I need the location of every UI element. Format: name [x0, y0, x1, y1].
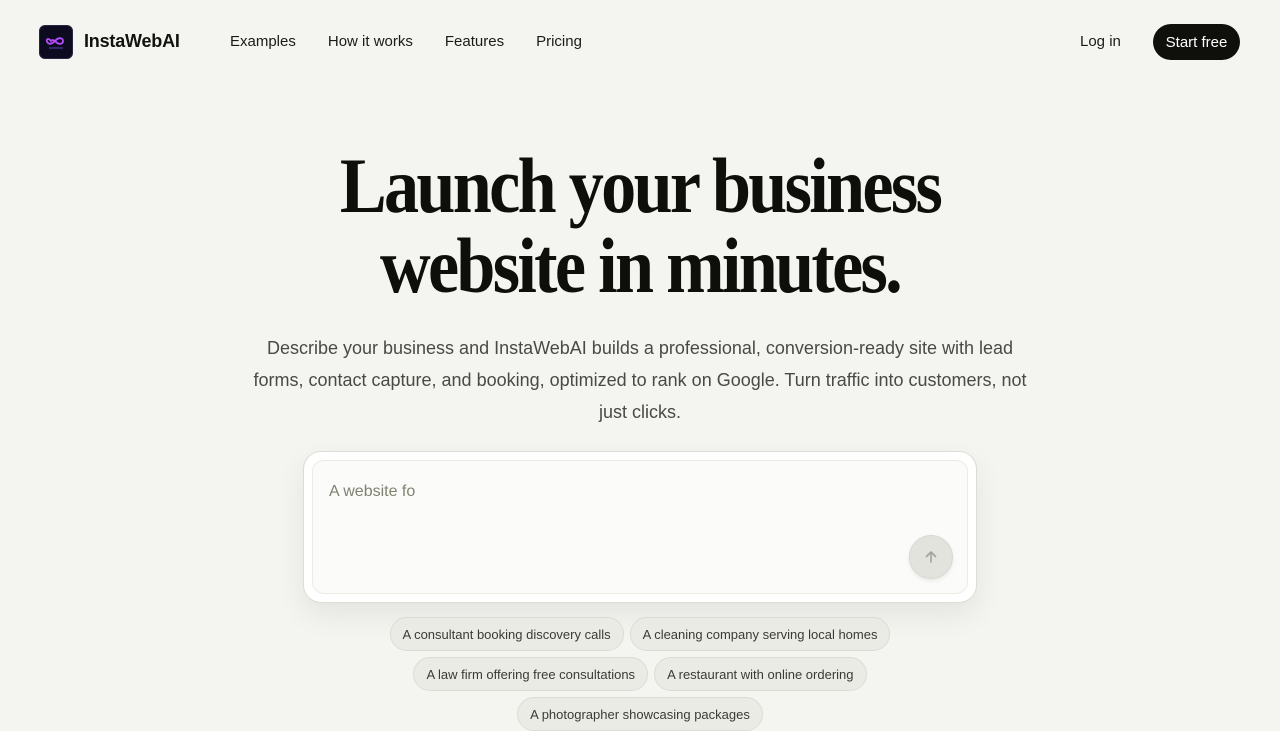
nav-links: Examples How it works Features Pricing [230, 33, 582, 50]
prompt-box [312, 460, 968, 594]
nav-link-pricing[interactable]: Pricing [536, 33, 582, 50]
hero-title-line-1: Launch your business [339, 142, 943, 229]
suggestion-row-1: A consultant booking discovery calls A c… [0, 617, 1280, 651]
prompt-card [303, 451, 977, 603]
suggestion-chip[interactable]: A law firm offering free consultations [413, 657, 649, 691]
suggestion-chip[interactable]: A restaurant with online ordering [654, 657, 867, 691]
suggestion-row-2: A law firm offering free consultations A… [0, 657, 1280, 691]
send-button[interactable] [909, 535, 953, 579]
suggestion-chip[interactable]: A photographer showcasing packages [517, 697, 763, 731]
hero-title-line-2: website in minutes. [379, 222, 903, 309]
top-nav: InstaWebAI Examples How it works Feature… [0, 0, 1280, 84]
login-link[interactable]: Log in [1080, 33, 1121, 50]
hero-subtitle: Describe your business and InstaWebAI bu… [253, 338, 1027, 422]
hero-title: Launch your business website in minutes. [64, 146, 1216, 306]
infinity-logo-icon[interactable] [39, 25, 73, 59]
suggestion-chip[interactable]: A cleaning company serving local homes [629, 617, 891, 651]
suggestion-row-3: A photographer showcasing packages [0, 697, 1280, 731]
brand-name[interactable]: InstaWebAI [84, 31, 180, 52]
nav-link-how-it-works[interactable]: How it works [328, 33, 413, 50]
start-free-button[interactable]: Start free [1153, 24, 1240, 60]
prompt-input[interactable] [329, 483, 889, 501]
suggestion-chip[interactable]: A consultant booking discovery calls [389, 617, 624, 651]
nav-link-examples[interactable]: Examples [230, 33, 296, 50]
arrow-up-icon [925, 551, 937, 563]
nav-link-features[interactable]: Features [445, 33, 504, 50]
